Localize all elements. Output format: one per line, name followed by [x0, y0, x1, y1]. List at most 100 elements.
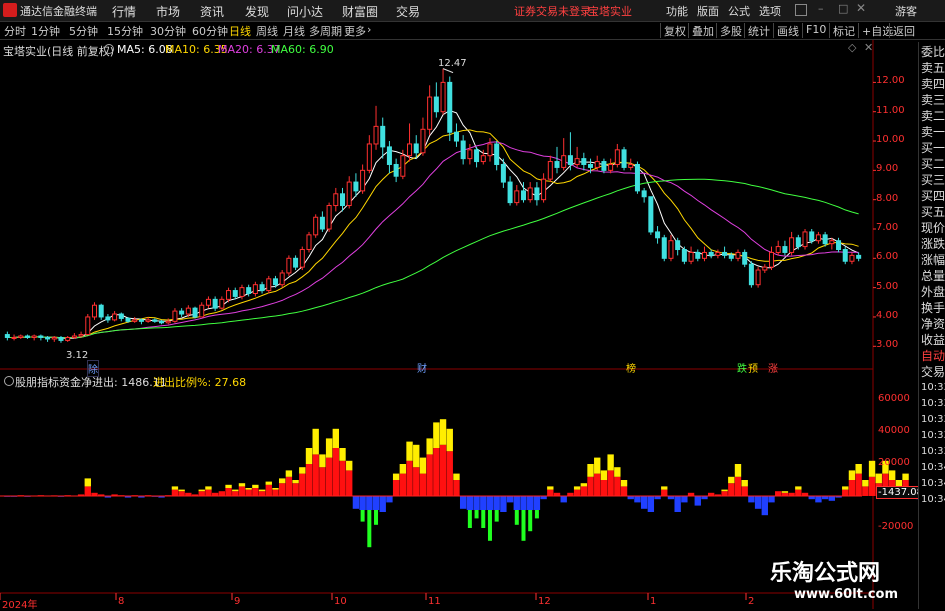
side-panel-item[interactable]: 卖二	[921, 108, 945, 124]
candle-body	[206, 299, 210, 305]
flow-bar-positive	[842, 490, 848, 496]
side-panel-item[interactable]: 10:33	[921, 396, 945, 412]
side-panel-item[interactable]: 10:34	[921, 460, 945, 476]
flow-bar-negative	[514, 496, 520, 510]
chart-canvas[interactable]	[0, 0, 918, 609]
candle-body	[92, 305, 96, 317]
y-tick-label: 12.00	[876, 75, 905, 86]
event-marker-cai[interactable]: 财	[417, 360, 427, 375]
flow-bar-positive	[413, 467, 419, 496]
flow-bar-positive	[594, 474, 600, 496]
flow-bar-negative	[748, 496, 754, 502]
side-panel-item[interactable]: 净资	[921, 316, 945, 332]
side-panel-item[interactable]: 买五	[921, 204, 945, 220]
y-tick-label: 4.00	[876, 310, 898, 321]
flow-bar-negative	[681, 496, 687, 502]
flow-bar-positive	[286, 477, 292, 496]
indicator-y-tick-label: 60000	[878, 393, 910, 404]
flow-bar-extra	[728, 477, 734, 483]
flow-bar-positive	[333, 448, 339, 496]
x-tick-label: 10	[334, 596, 347, 607]
flow-bar-positive	[433, 448, 439, 496]
flow-bar-outflow	[528, 510, 532, 531]
flow-bar-negative	[641, 496, 647, 509]
y-tick-label: 3.00	[876, 339, 898, 350]
candle-body	[716, 252, 720, 255]
side-panel-item[interactable]: 卖三	[921, 92, 945, 108]
candle-body	[146, 320, 150, 321]
flow-bar-positive	[447, 451, 453, 496]
candle-body	[247, 288, 251, 294]
flow-bar-positive	[601, 480, 607, 496]
side-panel-item[interactable]: 委比	[921, 44, 945, 60]
candle-body	[394, 164, 398, 176]
event-marker-bang[interactable]: 榜	[626, 360, 636, 375]
flow-bar-positive	[252, 488, 258, 496]
side-panel-item[interactable]: 涨跌	[921, 236, 945, 252]
candle-body	[320, 217, 324, 229]
y-tick-label: 5.00	[876, 281, 898, 292]
high-pointer	[443, 69, 453, 73]
candle-body	[307, 235, 311, 250]
candle-body	[166, 321, 170, 322]
side-panel-item[interactable]: 换手	[921, 300, 945, 316]
side-panel-item[interactable]: 10:33	[921, 444, 945, 460]
side-panel-item[interactable]: 交易	[921, 364, 945, 380]
flow-bar-extra	[333, 429, 339, 448]
side-panel-item[interactable]: 10:34	[921, 476, 945, 492]
side-panel-item[interactable]: 买四	[921, 188, 945, 204]
flow-bar-positive	[400, 474, 406, 496]
flow-bar-positive	[292, 483, 298, 496]
candle-body	[769, 252, 773, 267]
flow-bar-extra	[326, 438, 332, 457]
flow-bar-extra	[292, 480, 298, 483]
candle-body	[535, 188, 539, 200]
flow-bar-positive	[581, 486, 587, 496]
candle-body	[106, 317, 110, 320]
flow-bar-positive	[219, 491, 225, 496]
side-panel-item[interactable]: 10:33	[921, 428, 945, 444]
flow-bar-negative	[467, 496, 473, 510]
flow-bar-positive	[728, 483, 734, 496]
candle-body	[59, 337, 63, 340]
candle-body	[401, 156, 405, 177]
flow-bar-extra	[319, 454, 325, 467]
side-panel-item[interactable]: 10:34	[921, 492, 945, 508]
side-panel-item[interactable]: 卖五	[921, 60, 945, 76]
flow-bar-positive	[326, 458, 332, 496]
flow-bar-positive	[607, 470, 613, 496]
candle-body	[515, 191, 519, 203]
side-panel-item[interactable]: 卖四	[921, 76, 945, 92]
event-marker-chu[interactable]: 除	[87, 360, 99, 377]
candle-body	[629, 164, 633, 167]
flow-bar-extra	[239, 483, 245, 486]
candle-body	[602, 162, 606, 171]
candle-body	[421, 129, 425, 152]
side-panel-item[interactable]: 买三	[921, 172, 945, 188]
event-marker-yu[interactable]: 预	[748, 360, 758, 375]
candle-body	[253, 285, 257, 294]
candle-body	[441, 82, 445, 111]
side-panel-item[interactable]: 自动	[921, 348, 945, 364]
candle-body	[689, 252, 693, 261]
candle-body	[830, 241, 834, 244]
side-panel-item[interactable]: 买二	[921, 156, 945, 172]
side-panel-item[interactable]: 收益	[921, 332, 945, 348]
side-panel-item[interactable]: 外盘	[921, 284, 945, 300]
side-panel-item[interactable]: 总量	[921, 268, 945, 284]
side-panel-item[interactable]: 卖一	[921, 124, 945, 140]
flow-bar-extra	[299, 467, 305, 473]
candle-body	[300, 250, 304, 268]
candle-body	[39, 336, 43, 337]
candle-body	[334, 194, 338, 206]
candle-body	[340, 194, 344, 206]
event-marker-zhang[interactable]: 涨	[768, 360, 778, 375]
side-panel-item[interactable]: 10:33	[921, 412, 945, 428]
event-marker-die[interactable]: 跌	[737, 360, 747, 375]
side-panel-item[interactable]: 10:33	[921, 380, 945, 396]
ma-line-ma5	[7, 111, 858, 339]
side-panel-item[interactable]: 买一	[921, 140, 945, 156]
flow-bar-extra	[393, 474, 399, 480]
side-panel-item[interactable]: 涨幅	[921, 252, 945, 268]
side-panel-item[interactable]: 现价	[921, 220, 945, 236]
